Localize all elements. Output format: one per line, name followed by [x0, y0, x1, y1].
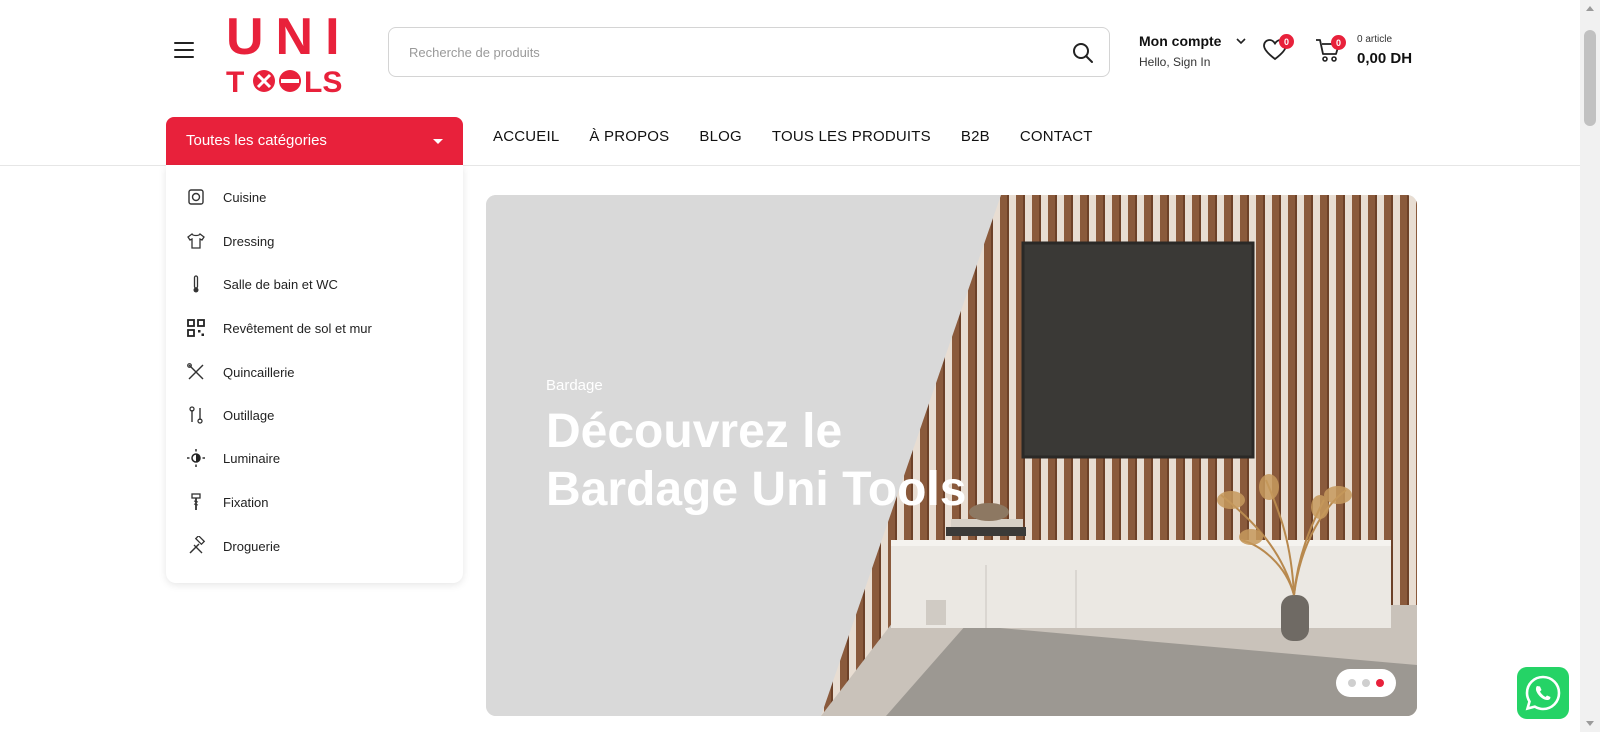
menu-hamburger-icon[interactable]	[174, 42, 194, 58]
slide-dot-2[interactable]	[1362, 679, 1370, 687]
category-luminaire[interactable]: Luminaire	[166, 438, 463, 478]
cart-items-count: 0 article	[1357, 34, 1393, 45]
category-dressing[interactable]: Dressing	[166, 221, 463, 261]
category-label: Dressing	[223, 234, 275, 249]
category-label: Quincaillerie	[223, 365, 295, 380]
cart-button[interactable]: 0	[1314, 35, 1346, 66]
nav-a-propos[interactable]: À PROPOS	[589, 128, 669, 145]
slider-dots	[1336, 669, 1396, 697]
nav-b2b[interactable]: B2B	[961, 128, 990, 145]
category-label: Salle de bain et WC	[223, 277, 338, 292]
account-subtitle: Hello, Sign In	[1139, 55, 1211, 69]
search-icon[interactable]	[1071, 41, 1095, 65]
nav-tous-les-produits[interactable]: TOUS LES PRODUITS	[772, 128, 931, 145]
category-cuisine[interactable]: Cuisine	[166, 177, 463, 217]
grid-tiles-icon	[187, 319, 205, 337]
search-input[interactable]	[407, 28, 1047, 76]
all-categories-label: Toutes les catégories	[186, 132, 327, 149]
logo[interactable]: UNI T LS	[226, 6, 356, 98]
whatsapp-icon	[1525, 675, 1561, 711]
account-menu[interactable]: Mon compte Hello, Sign In	[1139, 33, 1246, 69]
category-revetement[interactable]: Revêtement de sol et mur	[166, 308, 463, 348]
category-label: Cuisine	[223, 190, 267, 205]
main-menu: ACCUEIL À PROPOS BLOG TOUS LES PRODUITS …	[493, 128, 1123, 145]
category-label: Revêtement de sol et mur	[223, 321, 372, 336]
cart-summary[interactable]: 0 article 0,00 DH	[1357, 34, 1412, 67]
nav-blog[interactable]: BLOG	[699, 128, 741, 145]
all-categories-button[interactable]: Toutes les catégories	[166, 117, 463, 165]
categories-dropdown: Cuisine Dressing Salle de bain et WC Rev…	[166, 165, 463, 583]
chevron-down-icon	[1236, 38, 1246, 45]
wishlist-count-badge: 0	[1279, 34, 1294, 49]
scrollbar[interactable]	[1580, 0, 1600, 732]
caret-down-icon	[433, 139, 443, 144]
wishlist-button[interactable]: 0	[1262, 34, 1294, 65]
scrollbar-thumb[interactable]	[1584, 30, 1596, 126]
slide-dot-1[interactable]	[1348, 679, 1356, 687]
category-droguerie[interactable]: Droguerie	[166, 526, 463, 566]
light-icon	[187, 449, 205, 467]
hero-kicker: Bardage	[546, 377, 603, 394]
scroll-up-icon[interactable]	[1586, 6, 1594, 11]
category-fixation[interactable]: Fixation	[166, 482, 463, 522]
search-bar	[388, 27, 1110, 77]
scroll-down-icon[interactable]	[1586, 721, 1594, 726]
account-title: Mon compte	[1139, 33, 1222, 49]
category-label: Outillage	[223, 408, 275, 423]
category-salle-de-bain[interactable]: Salle de bain et WC	[166, 264, 463, 304]
cart-total: 0,00 DH	[1357, 50, 1413, 67]
category-label: Luminaire	[223, 451, 281, 466]
slide-dot-3[interactable]	[1376, 679, 1384, 687]
nav-accueil[interactable]: ACCUEIL	[493, 128, 559, 145]
category-quincaillerie[interactable]: Quincaillerie	[166, 352, 463, 392]
nav-contact[interactable]: CONTACT	[1020, 128, 1093, 145]
cart-count-badge: 0	[1331, 35, 1346, 50]
category-label: Droguerie	[223, 539, 281, 554]
svg-text:UNI: UNI	[226, 8, 352, 66]
hero-title: Découvrez le Bardage Uni Tools	[546, 405, 967, 516]
svg-text:T: T	[226, 66, 245, 98]
screw-icon	[191, 493, 201, 510]
category-label: Fixation	[223, 495, 269, 510]
wrench-icon	[189, 406, 203, 424]
cross-tools-icon	[187, 363, 204, 380]
category-outillage[interactable]: Outillage	[166, 395, 463, 435]
svg-text:LS: LS	[304, 66, 342, 98]
whatsapp-button[interactable]	[1517, 667, 1569, 719]
shirt-icon	[187, 233, 205, 249]
hero-banner[interactable]: Bardage Découvrez le Bardage Uni Tools	[486, 195, 1417, 716]
thermometer-icon	[193, 275, 199, 293]
kitchen-icon	[188, 189, 204, 205]
hammer-icon	[189, 536, 206, 554]
